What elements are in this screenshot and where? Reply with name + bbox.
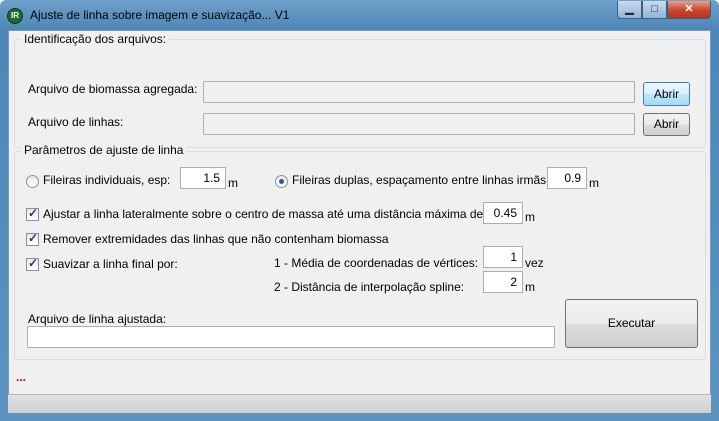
individual-rows-label: Fileiras individuais, esp: <box>43 173 171 187</box>
execute-button[interactable]: Executar <box>565 299 698 348</box>
open-biomass-button[interactable]: Abrir <box>643 82 690 106</box>
vertex-mean-unit: vez <box>525 256 544 270</box>
double-unit: m <box>589 176 599 190</box>
remove-ends-label: Remover extremidades das linhas que não … <box>43 232 389 246</box>
max-distance-input[interactable]: 0.45 <box>483 202 523 224</box>
individual-unit: m <box>228 176 238 190</box>
biomass-file-label: Arquivo de biomassa agregada: <box>28 82 198 96</box>
adjust-lateral-checkbox[interactable] <box>26 206 39 221</box>
output-file-input[interactable] <box>27 326 555 348</box>
client-area: Identificação dos arquivos: Arquivo de b… <box>8 30 711 413</box>
remove-ends-checkbox[interactable] <box>26 231 39 246</box>
minimize-button[interactable]: ▁ <box>617 1 642 19</box>
adjust-lateral-label: Ajustar a linha lateralmente sobre o cen… <box>43 207 487 221</box>
vertex-mean-input[interactable]: 1 <box>483 246 523 268</box>
app-window: IR Ajuste de linha sobre imagem e suaviz… <box>0 0 719 421</box>
max-distance-unit: m <box>525 210 535 224</box>
double-rows-label: Fileiras duplas, espaçamento entre linha… <box>292 173 550 187</box>
double-rows-radio[interactable] <box>275 175 288 188</box>
close-button[interactable]: ✕ <box>667 1 711 19</box>
spline-distance-unit: m <box>525 280 535 294</box>
lines-file-field[interactable] <box>203 113 635 135</box>
spline-distance-input[interactable]: 2 <box>483 271 523 293</box>
smooth-line-checkbox[interactable] <box>26 256 39 271</box>
double-spacing-input[interactable]: 0.9 <box>547 167 587 189</box>
spline-distance-label: 2 - Distância de interpolação spline: <box>274 280 465 294</box>
smooth-line-label: Suavizar a linha final por: <box>43 257 178 271</box>
biomass-file-field[interactable] <box>203 81 635 103</box>
title-bar[interactable]: IR Ajuste de linha sobre imagem e suaviz… <box>0 0 719 30</box>
open-lines-button[interactable]: Abrir <box>643 113 690 136</box>
output-file-label: Arquivo de linha ajustada: <box>28 312 167 326</box>
individual-spacing-input[interactable]: 1.5 <box>180 167 226 189</box>
status-bar <box>8 394 711 413</box>
app-logo-icon: IR <box>7 8 23 24</box>
lines-file-label: Arquivo de linhas: <box>28 115 124 129</box>
files-group-title: Identificação dos arquivos: <box>21 32 170 46</box>
vertex-mean-label: 1 - Média de coordenadas de vértices: <box>274 256 479 270</box>
window-title: Ajuste de linha sobre imagem e suavizaçã… <box>30 8 290 22</box>
individual-rows-radio[interactable] <box>26 175 39 188</box>
status-dots: ... <box>16 370 27 384</box>
maximize-button[interactable]: □ <box>642 1 667 19</box>
params-group-title: Parâmetros de ajuste de linha <box>21 143 187 157</box>
